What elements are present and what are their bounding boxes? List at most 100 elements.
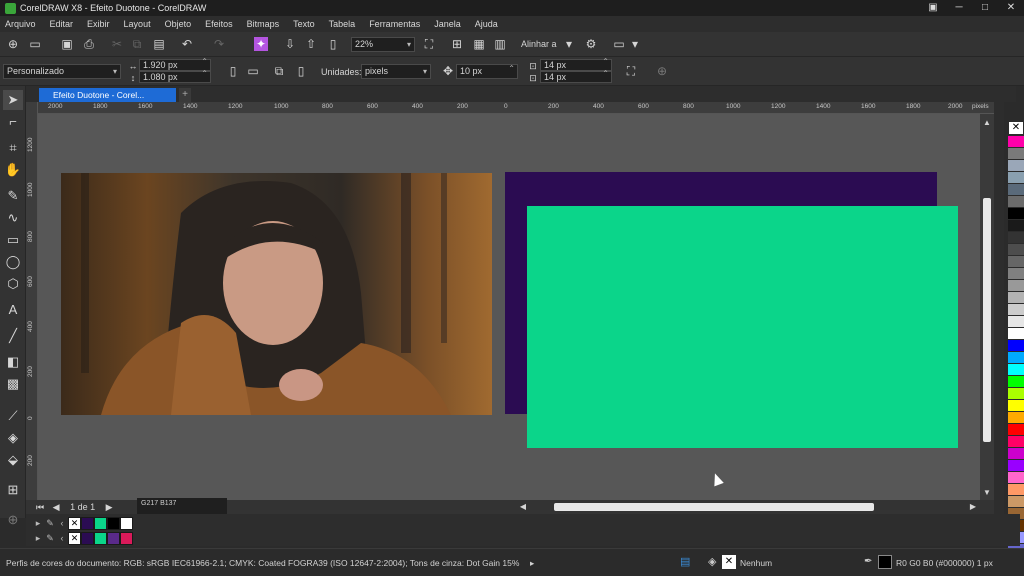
palette-swatch[interactable] (1008, 448, 1024, 460)
scroll-up-icon[interactable]: ▲ (980, 116, 994, 130)
guidelines-icon[interactable]: ▥ (493, 37, 507, 51)
minimize-button[interactable]: ─ (946, 0, 972, 16)
launcher-chevron-icon[interactable]: ▾ (628, 37, 642, 51)
palette-swatch[interactable] (1008, 244, 1024, 256)
duplicate-x-field[interactable]: 14 px (540, 57, 612, 71)
palette-swatch[interactable] (1008, 376, 1024, 388)
fill-none-swatch-icon[interactable]: ✕ (722, 555, 736, 569)
palette-swatch[interactable] (1008, 292, 1024, 304)
doc-swatch[interactable] (81, 516, 94, 530)
palette-swatch[interactable] (1008, 460, 1024, 472)
rectangle-tool-icon[interactable]: ▭ (3, 230, 23, 250)
new-tab-plus-icon[interactable]: + (179, 88, 191, 102)
menu-tabela[interactable]: Tabela (329, 19, 356, 29)
more-tools-icon[interactable]: ⊕ (3, 510, 23, 530)
vertical-scroll-thumb[interactable] (983, 198, 991, 442)
transparency-icon[interactable]: ▩ (3, 374, 23, 394)
palette-swatch[interactable] (1008, 436, 1024, 448)
palette-swatch[interactable] (1008, 148, 1024, 160)
palette-swatch[interactable] (1008, 364, 1024, 376)
add-tool-icon[interactable]: ⊞ (3, 480, 23, 500)
no-fill-swatch-icon[interactable]: ✕ (68, 516, 81, 530)
new-document-icon[interactable]: ⊕ (6, 37, 20, 51)
palette-swatch[interactable] (1008, 400, 1024, 412)
next-page-icon[interactable]: ▶ (106, 502, 113, 512)
pick-tool-icon[interactable]: ➤ (3, 90, 23, 110)
publish-pdf-icon[interactable]: ▯ (326, 37, 340, 51)
interactive-fill-icon[interactable]: ◈ (3, 428, 23, 448)
docker-tabs-strip[interactable] (994, 86, 1004, 518)
palette-swatch[interactable] (1008, 472, 1024, 484)
redo-icon[interactable]: ↷ (212, 37, 226, 51)
drop-shadow-icon[interactable]: ◧ (3, 352, 23, 372)
ellipse-tool-icon[interactable]: ◯ (3, 252, 23, 272)
doc-swatch[interactable] (120, 531, 133, 545)
open-folder-icon[interactable]: ▭ (28, 37, 42, 51)
text-tool-icon[interactable]: A (3, 300, 23, 320)
palette-swatch[interactable] (1008, 340, 1024, 352)
page-height-field[interactable]: 1.080 px (139, 69, 211, 83)
menu-exibir[interactable]: Exibir (87, 19, 110, 29)
pan-tool-icon[interactable]: ✋ (3, 160, 23, 180)
drawing-canvas[interactable] (38, 114, 980, 500)
palette-swatch[interactable] (1008, 328, 1024, 340)
snap-to-dropdown[interactable]: Alinhar a (521, 39, 557, 49)
palette-swatch[interactable] (1008, 352, 1024, 364)
paste-icon[interactable]: ▤ (152, 37, 166, 51)
palette-expand-icon[interactable]: ▸ (32, 533, 44, 544)
menu-efeitos[interactable]: Efeitos (205, 19, 233, 29)
save-icon[interactable]: ▣ (60, 37, 74, 51)
palette-swatch[interactable] (1008, 256, 1024, 268)
scroll-left-icon[interactable]: ◀ (516, 500, 530, 514)
polygon-tool-icon[interactable]: ⬡ (3, 274, 23, 294)
eyedropper-tool-icon[interactable]: ⟋ (3, 406, 23, 426)
document-tab-efeito-duotone[interactable]: Efeito Duotone - Corel... (39, 88, 176, 102)
prev-page-icon[interactable]: ◀ (53, 502, 60, 512)
palette-swatch[interactable] (1008, 232, 1024, 244)
current-page-icon[interactable]: ▯ (294, 64, 308, 78)
menu-editar[interactable]: Editar (50, 19, 74, 29)
menu-ferramentas[interactable]: Ferramentas (369, 19, 420, 29)
vertical-scrollbar[interactable]: ▲ ▼ (980, 114, 994, 500)
no-color-swatch-icon[interactable]: ✕ (1009, 122, 1023, 134)
horizontal-scroll-thumb[interactable] (554, 503, 874, 511)
close-button[interactable]: ✕ (998, 0, 1024, 16)
palette-eyedropper-icon[interactable]: ✎ (44, 518, 56, 529)
doc-swatch[interactable] (120, 516, 133, 530)
color-proofing-icon[interactable]: ▤ (680, 555, 694, 569)
nudge-distance-field[interactable]: 10 px (456, 62, 518, 79)
horizontal-ruler[interactable]: 2000 1800 1600 1400 1200 1000 800 600 40… (38, 102, 994, 114)
doc-swatch[interactable] (81, 531, 94, 545)
first-page-icon[interactable]: ⏮ (36, 502, 44, 512)
options-gear-icon[interactable]: ⚙ (584, 37, 598, 51)
no-fill-swatch-icon[interactable]: ✕ (68, 531, 81, 545)
add-icon[interactable]: ⊕ (655, 64, 669, 78)
export-icon[interactable]: ⇧ (304, 37, 318, 51)
all-pages-icon[interactable]: ⧉ (272, 64, 286, 78)
treat-as-filled-icon[interactable]: ⛶ (624, 64, 638, 78)
palette-swatch[interactable] (1008, 208, 1024, 220)
application-launcher-icon[interactable]: ▭ (612, 37, 626, 51)
palette-eyedropper-icon[interactable]: ✎ (44, 533, 56, 544)
outline-color-swatch[interactable] (878, 555, 892, 569)
maximize-button[interactable]: □ (972, 0, 998, 16)
zoom-level-field[interactable]: 22% (351, 37, 415, 52)
grid-icon[interactable]: ▦ (472, 37, 486, 51)
page-preset-select[interactable]: Personalizado (3, 64, 121, 79)
print-icon[interactable]: ⎙ (82, 37, 96, 51)
palette-swatch[interactable] (1008, 184, 1024, 196)
menu-ajuda[interactable]: Ajuda (475, 19, 498, 29)
palette-swatch[interactable] (1008, 424, 1024, 436)
doc-swatch[interactable] (94, 531, 107, 545)
copy-icon[interactable]: ⧉ (130, 37, 144, 51)
palette-swatch[interactable] (1008, 304, 1024, 316)
undo-icon[interactable]: ↶ (180, 37, 194, 51)
snap-chevron-icon[interactable]: ▾ (562, 37, 576, 51)
units-select[interactable]: pixels (361, 64, 431, 79)
palette-swatch[interactable] (1008, 160, 1024, 172)
search-content-icon[interactable]: ✦ (254, 37, 268, 51)
menu-texto[interactable]: Texto (293, 19, 315, 29)
palette-swatch[interactable] (1008, 496, 1024, 508)
shape-tool-icon[interactable]: ⌐ (3, 112, 23, 132)
full-screen-icon[interactable]: ⛶ (422, 37, 436, 51)
